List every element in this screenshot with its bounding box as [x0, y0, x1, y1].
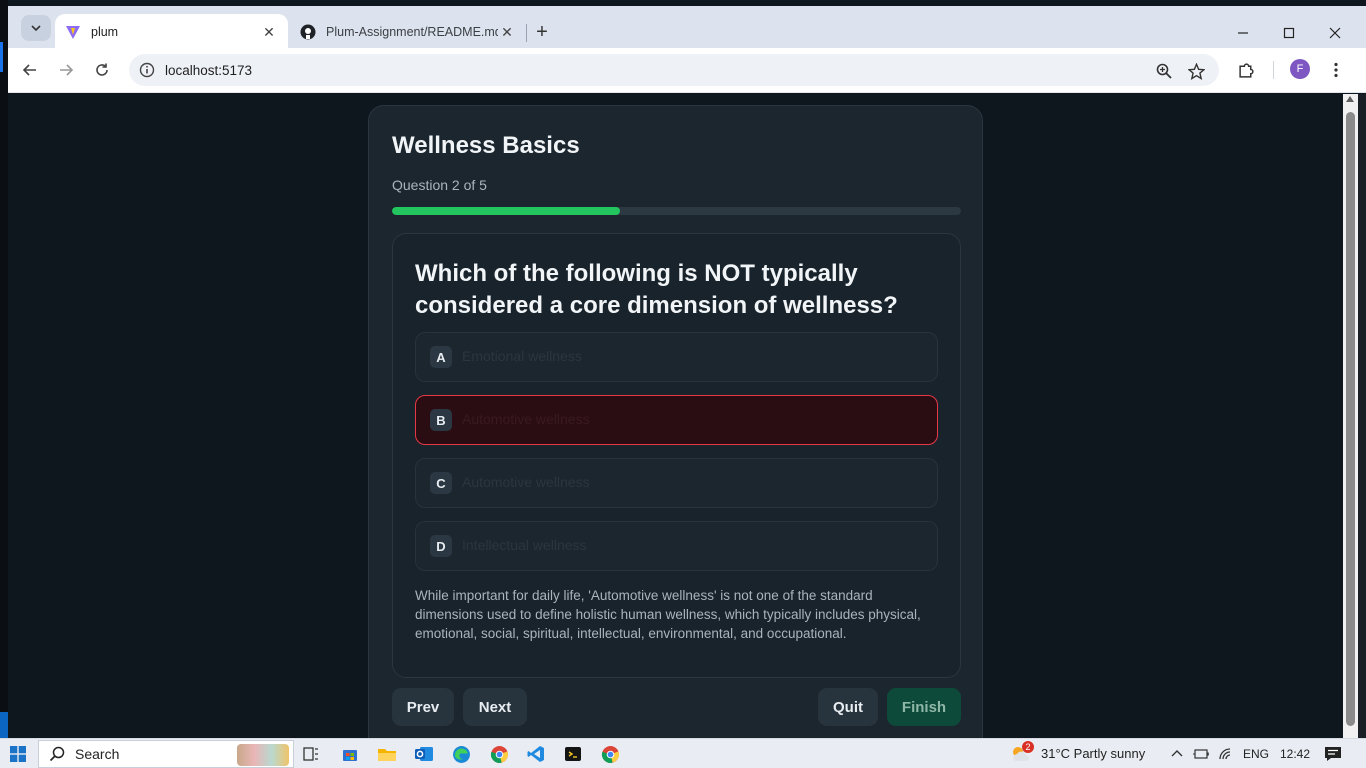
tab-search-button[interactable]	[21, 15, 51, 41]
window-accent-mark-bottom	[0, 712, 8, 738]
windows-start-icon[interactable]	[10, 746, 26, 767]
chevron-down-icon	[31, 25, 41, 32]
url-text[interactable]: localhost:5173	[165, 63, 252, 78]
language-indicator[interactable]: ENG	[1243, 747, 1269, 761]
reload-button[interactable]	[86, 54, 118, 86]
finish-button[interactable]: Finish	[887, 688, 961, 726]
option-c[interactable]: C Automotive wellness	[415, 458, 938, 508]
question-panel: Which of the following is NOT typically …	[392, 233, 961, 678]
quiz-card: Wellness Basics Question 2 of 5 Which of…	[368, 105, 983, 738]
task-view-icon[interactable]	[300, 743, 322, 765]
window-left-edge	[0, 0, 8, 738]
toolbar-divider	[1273, 61, 1274, 79]
taskbar-search-box[interactable]: Search	[38, 740, 294, 768]
close-icon[interactable]: ✕	[498, 23, 516, 41]
clock[interactable]: 12:42	[1280, 747, 1310, 761]
chrome-profile-icon[interactable]	[599, 743, 621, 765]
browser-tabstrip: plum ✕ Plum-Assignment/README.md ✕ +	[8, 6, 1366, 50]
reload-icon	[96, 63, 108, 76]
menu-button[interactable]	[1320, 54, 1352, 86]
option-text: Intellectual wellness	[462, 536, 587, 553]
weather-text[interactable]: 31°C Partly sunny	[1041, 746, 1145, 761]
wifi-icon[interactable]	[1215, 743, 1237, 765]
weather-badge: 2	[1022, 741, 1034, 753]
tab-divider	[526, 24, 527, 42]
tab-plum[interactable]: plum ✕	[55, 14, 288, 50]
extensions-button[interactable]	[1230, 54, 1262, 86]
option-d[interactable]: D Intellectual wellness	[415, 521, 938, 571]
progress-fill	[392, 207, 620, 215]
back-button[interactable]	[14, 54, 46, 86]
option-letter: A	[430, 346, 452, 368]
quiz-title: Wellness Basics	[392, 132, 580, 159]
profile-avatar[interactable]: F	[1290, 59, 1310, 79]
window-right-edge	[1358, 94, 1366, 738]
outlook-icon[interactable]	[413, 743, 435, 765]
tab-readme[interactable]: Plum-Assignment/README.md ✕	[290, 14, 526, 50]
option-text: Emotional wellness	[462, 347, 582, 364]
new-tab-button[interactable]: +	[528, 18, 556, 46]
next-button[interactable]: Next	[463, 688, 527, 726]
question-text: Which of the following is NOT typically …	[415, 260, 898, 319]
scrollbar-thumb[interactable]	[1346, 112, 1355, 726]
edge-browser-icon[interactable]	[450, 743, 472, 765]
option-letter: B	[430, 409, 452, 431]
zoom-icon[interactable]	[1155, 62, 1173, 80]
forward-button[interactable]	[50, 54, 82, 86]
option-a[interactable]: A Emotional wellness	[415, 332, 938, 382]
search-highlight-image	[237, 744, 289, 766]
chevron-up-icon[interactable]	[1166, 743, 1188, 765]
address-bar[interactable]: localhost:5173	[129, 54, 1219, 86]
maximize-icon	[1283, 27, 1295, 39]
progress-bar	[392, 207, 961, 215]
search-icon	[49, 746, 65, 762]
windows-taskbar: Search 2 31°C Partly sunny ENG 12:42	[0, 738, 1366, 768]
answer-explanation: While important for daily life, 'Automot…	[415, 588, 921, 641]
tab-title: plum	[91, 25, 119, 39]
option-text: Automotive wellness	[462, 473, 590, 490]
github-icon	[300, 24, 316, 40]
site-info-icon[interactable]	[129, 62, 165, 78]
arrow-left-icon	[22, 64, 36, 76]
bookmark-star-icon[interactable]	[1187, 62, 1205, 80]
browser-toolbar: localhost:5173 F	[8, 48, 1366, 93]
microsoft-store-icon[interactable]	[339, 743, 361, 765]
option-b[interactable]: B Automotive wellness	[415, 395, 938, 445]
chrome-icon[interactable]	[488, 743, 510, 765]
notifications-icon[interactable]	[1322, 743, 1344, 765]
window-accent-mark	[0, 42, 3, 72]
tab-title: Plum-Assignment/README.md	[326, 25, 498, 39]
prev-button[interactable]: Prev	[392, 688, 454, 726]
puzzle-icon	[1238, 62, 1254, 78]
scroll-up-arrow-icon[interactable]	[1346, 96, 1354, 102]
minimize-icon	[1238, 32, 1248, 34]
close-icon	[1329, 27, 1341, 39]
option-text: Automotive wellness	[462, 410, 590, 427]
option-letter: C	[430, 472, 452, 494]
vscode-icon[interactable]	[525, 743, 547, 765]
file-explorer-icon[interactable]	[376, 743, 398, 765]
kebab-menu-icon	[1334, 62, 1338, 78]
option-letter: D	[430, 535, 452, 557]
vite-logo-icon	[65, 24, 81, 40]
question-counter: Question 2 of 5	[392, 177, 487, 193]
close-icon[interactable]: ✕	[260, 23, 278, 41]
battery-icon[interactable]	[1190, 743, 1212, 765]
page-viewport: Wellness Basics Question 2 of 5 Which of…	[8, 94, 1343, 738]
quit-button[interactable]: Quit	[818, 688, 878, 726]
arrow-right-icon	[60, 64, 74, 76]
page-scrollbar[interactable]	[1343, 94, 1358, 738]
terminal-app-icon[interactable]	[562, 743, 584, 765]
search-label: Search	[75, 746, 120, 762]
